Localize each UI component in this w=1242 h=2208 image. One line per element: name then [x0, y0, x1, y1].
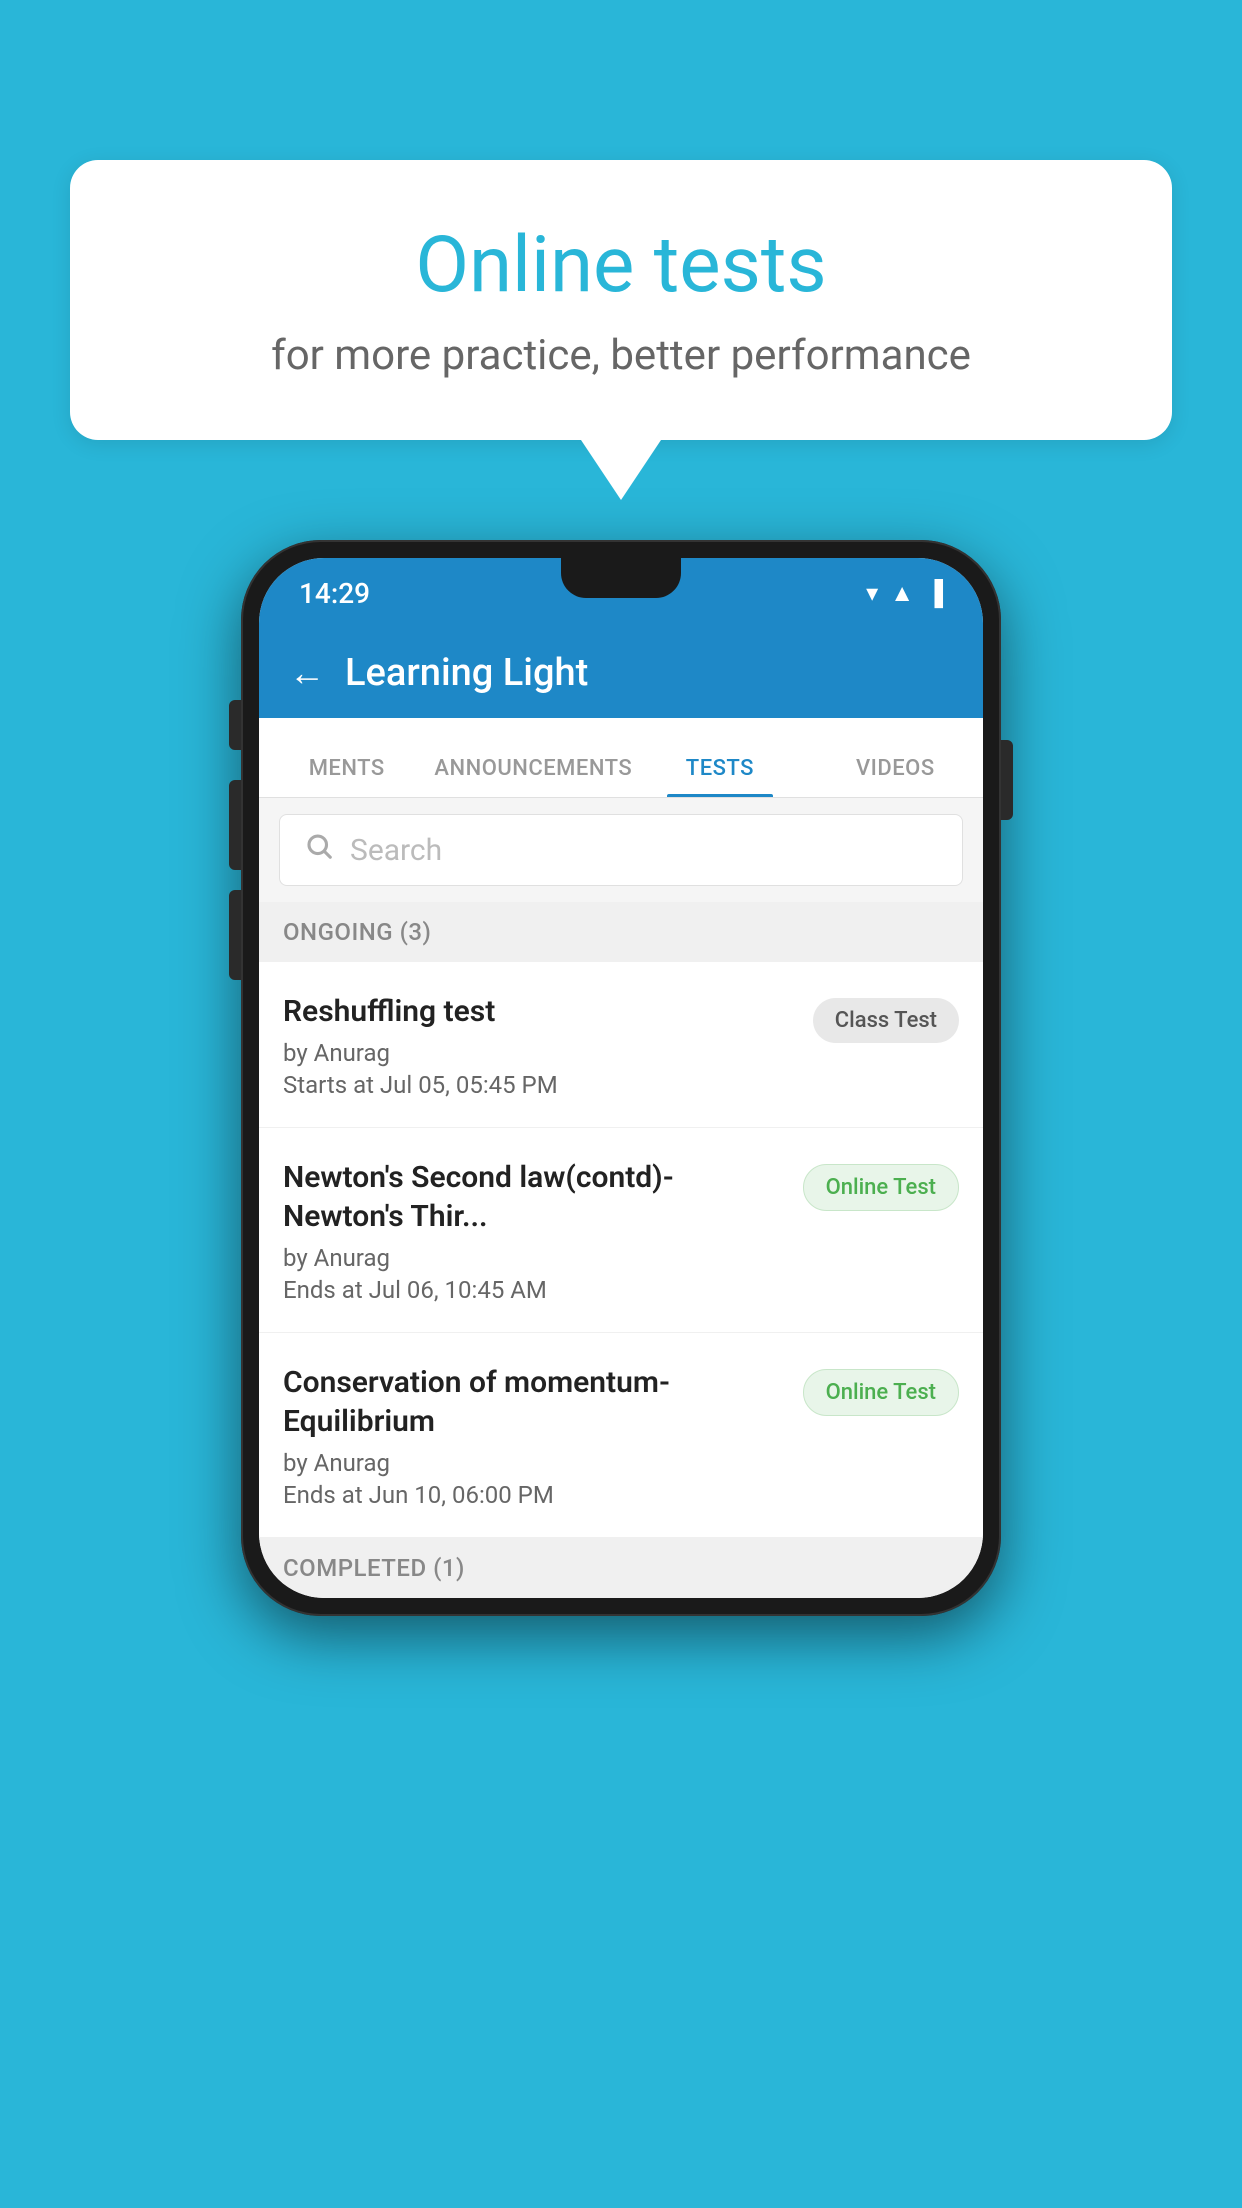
search-container: Search	[259, 798, 983, 902]
tab-announcements[interactable]: ANNOUNCEMENTS	[434, 756, 632, 797]
speech-bubble-subtitle: for more practice, better performance	[150, 331, 1092, 380]
silent-button	[229, 700, 241, 750]
status-bar: 14:29 ▾ ▲ ▐	[259, 558, 983, 628]
search-box[interactable]: Search	[279, 814, 963, 886]
battery-icon: ▐	[926, 579, 943, 608]
test-name-3: Conservation of momentum-Equilibrium	[283, 1363, 783, 1441]
test-date-1: Starts at Jul 05, 05:45 PM	[283, 1071, 793, 1099]
volume-up-button	[229, 780, 241, 870]
test-name-1: Reshuffling test	[283, 992, 793, 1031]
wifi-icon: ▾	[866, 579, 878, 607]
test-info-1: Reshuffling test by Anurag Starts at Jul…	[283, 992, 793, 1099]
search-placeholder: Search	[350, 833, 442, 868]
tabs: MENTS ANNOUNCEMENTS TESTS VIDEOS	[259, 718, 983, 798]
tab-videos[interactable]: VIDEOS	[808, 756, 983, 797]
status-icons: ▾ ▲ ▐	[866, 579, 943, 608]
notch	[561, 558, 681, 598]
tab-ments[interactable]: MENTS	[259, 756, 434, 797]
completed-section-header: COMPLETED (1)	[259, 1538, 983, 1598]
tab-tests[interactable]: TESTS	[632, 756, 807, 797]
back-button[interactable]: ←	[289, 652, 325, 694]
test-info-3: Conservation of momentum-Equilibrium by …	[283, 1363, 783, 1509]
test-date-2: Ends at Jul 06, 10:45 AM	[283, 1276, 783, 1304]
test-date-3: Ends at Jun 10, 06:00 PM	[283, 1481, 783, 1509]
app-title: Learning Light	[345, 651, 588, 695]
test-item[interactable]: Newton's Second law(contd)-Newton's Thir…	[259, 1128, 983, 1333]
test-item[interactable]: Reshuffling test by Anurag Starts at Jul…	[259, 962, 983, 1128]
phone-outer: 14:29 ▾ ▲ ▐ ← Learning Light MENTS ANNOU…	[241, 540, 1001, 1616]
test-name-2: Newton's Second law(contd)-Newton's Thir…	[283, 1158, 783, 1236]
status-time: 14:29	[299, 577, 370, 610]
test-author-3: by Anurag	[283, 1449, 783, 1477]
speech-bubble: Online tests for more practice, better p…	[70, 160, 1172, 440]
test-item[interactable]: Conservation of momentum-Equilibrium by …	[259, 1333, 983, 1538]
phone: 14:29 ▾ ▲ ▐ ← Learning Light MENTS ANNOU…	[241, 540, 1001, 1616]
search-icon	[304, 831, 334, 869]
speech-bubble-section: Online tests for more practice, better p…	[70, 160, 1172, 500]
test-badge-1: Class Test	[813, 998, 959, 1043]
speech-bubble-tail	[581, 440, 661, 500]
speech-bubble-title: Online tests	[150, 220, 1092, 311]
phone-screen: 14:29 ▾ ▲ ▐ ← Learning Light MENTS ANNOU…	[259, 558, 983, 1598]
test-author-2: by Anurag	[283, 1244, 783, 1272]
test-author-1: by Anurag	[283, 1039, 793, 1067]
test-badge-2: Online Test	[803, 1164, 959, 1211]
power-button	[1001, 740, 1013, 820]
volume-down-button	[229, 890, 241, 980]
test-list: Reshuffling test by Anurag Starts at Jul…	[259, 962, 983, 1538]
signal-icon: ▲	[890, 579, 914, 608]
test-info-2: Newton's Second law(contd)-Newton's Thir…	[283, 1158, 783, 1304]
test-badge-3: Online Test	[803, 1369, 959, 1416]
app-header: ← Learning Light	[259, 628, 983, 718]
ongoing-section-header: ONGOING (3)	[259, 902, 983, 962]
